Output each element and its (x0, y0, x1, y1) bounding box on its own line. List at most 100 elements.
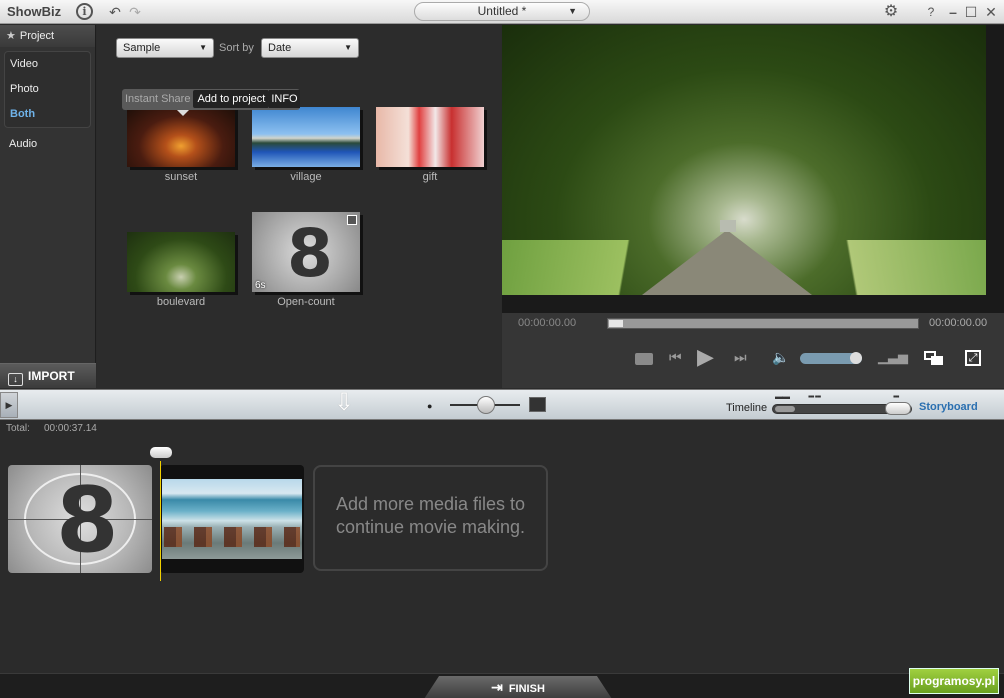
chevron-down-icon: ▼ (568, 6, 577, 16)
app-name: ShowBiz (7, 4, 62, 19)
media-type-group: Video Photo Both (4, 51, 91, 128)
import-icon: ↓ (8, 373, 23, 386)
add-to-storyboard-icon[interactable]: ⇩ (327, 390, 361, 418)
player-controls: 00:00:00.00 00:00:00.00 ⏮ ▶ ⏭ 🔈 ▁▃▅ ⤢ (502, 313, 1004, 388)
add-to-project-button[interactable]: Add to project (193, 90, 270, 108)
finish-button[interactable]: ⇥ FINISH (424, 676, 612, 698)
sort-value: Date (268, 42, 292, 54)
sidebar-item-audio[interactable]: Audio (4, 132, 95, 157)
sort-by-label: Sort by (219, 42, 254, 54)
import-button[interactable]: ↓ IMPORT (0, 363, 96, 388)
countdown-digit: 8 (56, 468, 119, 573)
thumb-size-slider[interactable] (450, 396, 520, 414)
media-label-gift: gift (422, 171, 438, 183)
info-button[interactable]: INFO (269, 90, 300, 108)
media-thumb-sunset[interactable] (127, 107, 235, 167)
seek-knob[interactable] (609, 320, 623, 327)
quality-icon[interactable]: ▁▃▅ (878, 349, 908, 365)
total-time: 00:00:00.00 (929, 317, 988, 329)
preview-image (502, 25, 986, 295)
timeline-view-icon: ▬▬ (775, 392, 790, 401)
footer: ⇥ FINISH programosy.pl (0, 668, 1004, 698)
instant-share-button[interactable]: Instant Share (122, 93, 193, 105)
hover-action-bar: Instant Share Add to project INFO (122, 89, 300, 110)
import-label: IMPORT (28, 369, 75, 383)
playhead-handle[interactable] (150, 447, 172, 458)
timeline-label[interactable]: Timeline (726, 402, 767, 414)
camera-icon[interactable] (635, 353, 653, 365)
view-mode-track-left (775, 406, 795, 412)
clip-horses (164, 527, 300, 547)
info-icon[interactable]: i (76, 3, 93, 20)
undo-icon[interactable]: ↶ (106, 3, 124, 21)
storyboard-clip-horses[interactable] (160, 465, 304, 573)
media-duration: 6s (255, 280, 266, 291)
playhead[interactable] (160, 461, 161, 581)
tooltip-arrow-icon (177, 110, 189, 116)
clip-scene (162, 479, 302, 559)
title-bar: ShowBiz i ↶ ↷ Untitled * ▼ ⚙ ? – ☐ ✕ (0, 0, 1004, 24)
total-duration: 00:00:37.14 (44, 423, 97, 434)
film-icon (347, 215, 357, 225)
sidebar-header[interactable]: ★ Project (0, 25, 95, 47)
media-label-open-count: Open-count (277, 296, 335, 308)
close-icon[interactable]: ✕ (982, 3, 1000, 21)
sidebar-item-photo[interactable]: Photo (5, 77, 90, 102)
media-thumb-boulevard[interactable] (127, 232, 235, 292)
star-icon: ★ (6, 30, 16, 42)
filter-value: Sample (123, 42, 161, 54)
road-horizon (720, 220, 736, 232)
storyboard-view-icon: ▪▪▪ ▪▪▪ (808, 392, 821, 401)
thumb-size-large-icon (529, 397, 546, 412)
watermark-badge: programosy.pl (909, 668, 999, 694)
storyboard-toolbar: ▶ ⇩ ● Timeline ▬▬ ▪▪▪ ▪▪▪ ▪▪▪ Storyboard (0, 389, 1004, 420)
storyboard-label[interactable]: Storyboard (919, 401, 978, 413)
collapse-button[interactable]: ▶ (0, 392, 18, 418)
gear-icon[interactable]: ⚙ (882, 3, 900, 21)
storyboard-area: Total: 00:00:37.14 8 Add more media file… (0, 421, 1004, 673)
sidebar: ★ Project Video Photo Both Audio ↓ IMPORT (0, 25, 96, 388)
media-thumb-open-count[interactable]: 8 6s (252, 212, 360, 292)
maximize-icon[interactable]: ☐ (962, 3, 980, 21)
media-label-boulevard: boulevard (156, 296, 206, 308)
sidebar-header-label: Project (19, 30, 55, 42)
media-label-village: village (290, 171, 322, 183)
thumb-size-small-icon: ● (427, 401, 433, 411)
sidebar-item-video[interactable]: Video (5, 52, 90, 77)
view-mode-knob[interactable] (885, 402, 911, 415)
project-title: Untitled * (477, 4, 527, 18)
volume-slider[interactable] (800, 352, 862, 364)
finish-icon: ⇥ (491, 679, 503, 695)
chevron-down-icon: ▼ (199, 43, 207, 52)
media-thumb-gift[interactable] (376, 107, 484, 167)
minimize-icon[interactable]: – (944, 3, 962, 21)
media-browser: Sample ▼ Sort by Date ▼ sunset village g… (97, 25, 501, 388)
sidebar-item-both[interactable]: Both (5, 102, 90, 127)
volume-knob[interactable] (850, 352, 862, 364)
total-label: Total: (6, 423, 30, 434)
thumb-size-knob[interactable] (477, 396, 495, 414)
add-more-placeholder[interactable]: Add more media files to continue movie m… (313, 465, 548, 571)
finish-label: FINISH (508, 683, 545, 695)
storyboard-clip-open-count[interactable]: 8 (8, 465, 152, 573)
sort-select[interactable]: Date ▼ (261, 38, 359, 58)
next-frame-icon[interactable]: ⏭ (734, 349, 747, 366)
preview-panel (502, 25, 1004, 313)
aspect-ratio-icon[interactable] (924, 351, 944, 365)
current-time[interactable]: 00:00:00.00 (518, 317, 576, 329)
road (642, 230, 812, 295)
media-label-sunset: sunset (164, 171, 198, 183)
seek-bar[interactable] (607, 318, 919, 329)
filter-select[interactable]: Sample ▼ (116, 38, 214, 58)
help-icon[interactable]: ? (922, 3, 940, 21)
previous-frame-icon[interactable]: ⏮ (669, 349, 682, 366)
chevron-down-icon: ▼ (344, 43, 352, 52)
play-icon[interactable]: ▶ (697, 344, 714, 370)
project-title-dropdown[interactable]: Untitled * ▼ (414, 2, 590, 21)
volume-icon[interactable]: 🔈 (772, 349, 789, 366)
countdown-digit: 8 (287, 215, 333, 292)
media-thumb-village[interactable] (252, 107, 360, 167)
redo-icon[interactable]: ↷ (126, 3, 144, 21)
view-mode-slider[interactable] (772, 402, 912, 415)
fullscreen-icon[interactable]: ⤢ (965, 350, 981, 366)
